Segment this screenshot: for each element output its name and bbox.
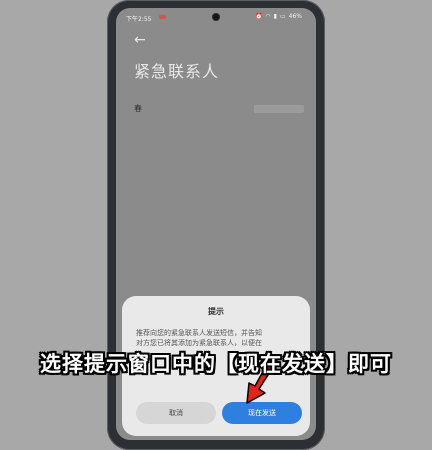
dialog-message-line-2: 对方您已将其添加为紧急联系人，以便在 xyxy=(136,339,262,347)
signal-icon: ▮ xyxy=(273,13,277,20)
instruction-caption: 选择提示窗口中的【现在发送】即可 xyxy=(40,352,392,376)
contact-name: 春 xyxy=(134,104,142,113)
stage: 下午2:55 ⏰ ◠ ▮ ▭ 46% ← 紧急联系人 春 提示 推荐向您的紧急联… xyxy=(0,0,432,450)
dialog-title: 提示 xyxy=(208,307,224,316)
dialog-message-line-1: 推荐向您的紧急联系人发送短信，并告知 xyxy=(136,329,262,337)
battery-level: 46% xyxy=(288,13,302,20)
status-bar: 下午2:55 ⏰ ◠ ▮ ▭ 46% xyxy=(116,8,316,26)
contact-row[interactable]: 春 xyxy=(134,103,304,117)
send-now-button[interactable]: 现在发送 xyxy=(222,402,302,424)
status-icons: ⏰ ◠ ▮ ▭ 46% xyxy=(255,13,302,20)
wifi-icon: ◠ xyxy=(265,13,271,20)
battery-icon: ▭ xyxy=(279,13,286,20)
cancel-button[interactable]: 取消 xyxy=(136,402,216,424)
front-camera xyxy=(212,13,220,21)
notification-icon xyxy=(159,15,166,19)
dialog-message: 推荐向您的紧急联系人发送短信，并告知 对方您已将其添加为紧急联系人，以便在 xyxy=(136,328,296,348)
back-arrow-icon[interactable]: ← xyxy=(134,33,146,47)
contact-number-blurred xyxy=(254,105,304,113)
status-time: 下午2:55 xyxy=(126,16,152,23)
page-title: 紧急联系人 xyxy=(134,62,220,81)
alarm-icon: ⏰ xyxy=(254,13,263,20)
